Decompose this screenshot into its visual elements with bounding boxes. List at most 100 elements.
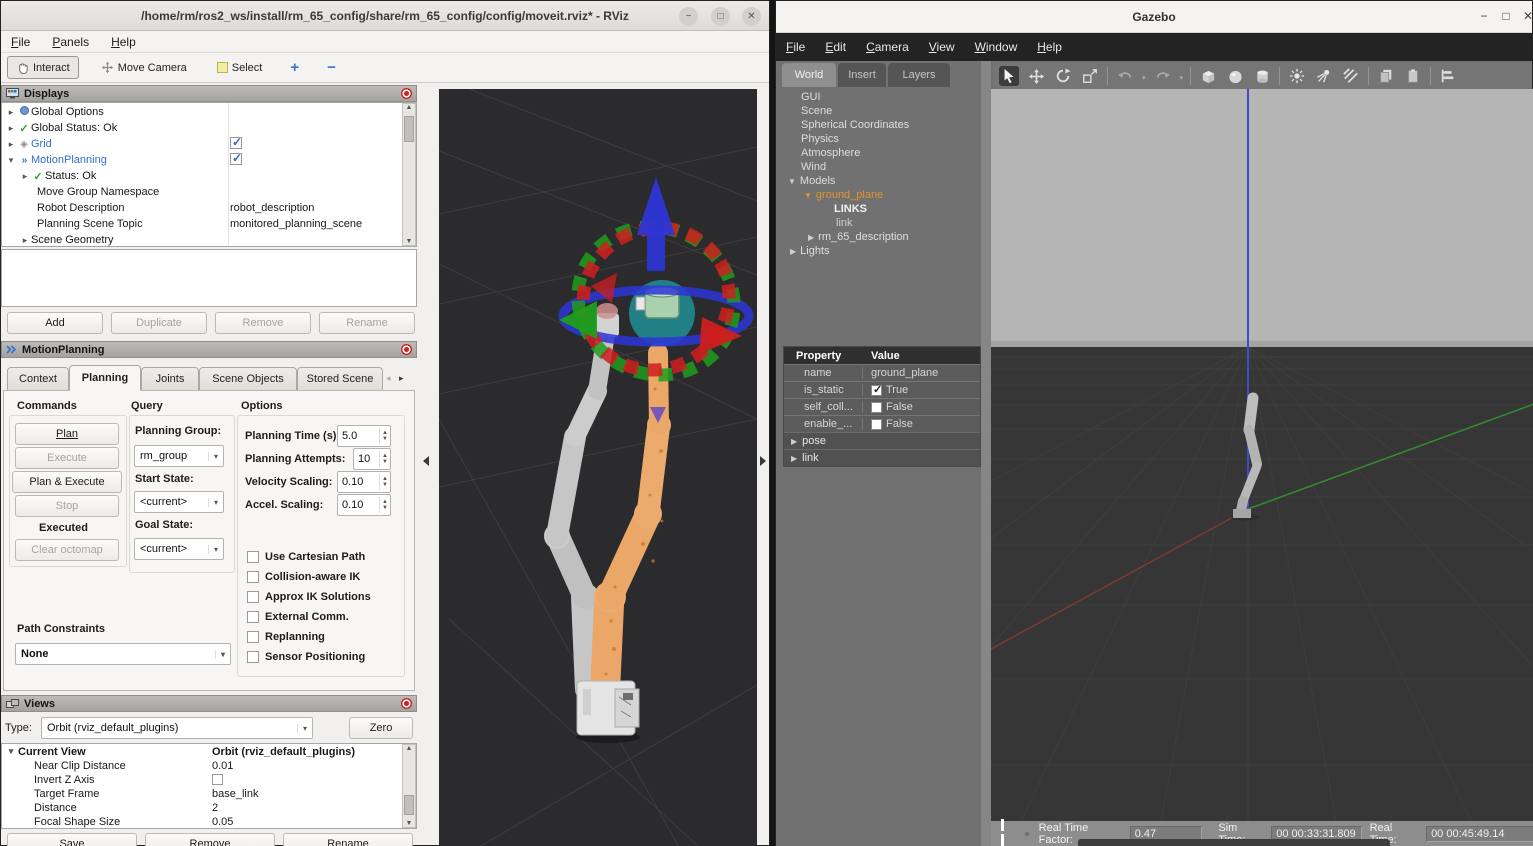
collapse-icon[interactable] [804, 191, 812, 200]
panel-collapse-left-handle[interactable] [423, 456, 429, 466]
tree-row-global-options[interactable]: Global Options [2, 104, 398, 120]
property-row-self-collide[interactable]: self_coll... False [784, 398, 980, 415]
paste-icon[interactable] [1403, 66, 1423, 86]
sensor-positioning-option[interactable]: Sensor Positioning [247, 651, 365, 663]
save-view-button[interactable]: Save [7, 833, 137, 846]
plan-button[interactable]: Plan [15, 423, 119, 445]
property-row-is-static[interactable]: is_static True [784, 381, 980, 398]
move-camera-tool-button[interactable]: Move Camera [93, 56, 195, 79]
tab-joints[interactable]: Joints [141, 367, 199, 391]
tree-row-move-group-namespace[interactable]: Move Group Namespace [2, 184, 398, 200]
replanning-option[interactable]: Replanning [247, 631, 325, 643]
tree-item-wind[interactable]: Wind [801, 161, 826, 173]
invert-z-checkbox[interactable] [212, 774, 223, 785]
tree-item-atmosphere[interactable]: Atmosphere [801, 147, 860, 159]
menu-edit[interactable]: Edit [825, 40, 846, 54]
translate-tool-icon[interactable] [1026, 66, 1046, 86]
goal-state-select[interactable]: <current> [134, 538, 224, 560]
property-group-link[interactable]: link [784, 449, 980, 466]
view-row-distance[interactable]: Distance2 [2, 802, 396, 816]
add-tool-button[interactable]: + [290, 59, 299, 76]
remove-view-button[interactable]: Remove [145, 833, 275, 846]
path-constraints-select[interactable]: None [15, 643, 231, 665]
tree-item-spherical-coordinates[interactable]: Spherical Coordinates [801, 119, 909, 131]
planning-time-spinbox[interactable]: 5.0▲▼ [337, 425, 391, 447]
views-close-icon[interactable] [401, 698, 412, 709]
spinner-arrows-icon[interactable]: ▲▼ [379, 428, 390, 444]
menu-panels[interactable]: Panels [52, 35, 89, 49]
velocity-scaling-spinbox[interactable]: 0.10▲▼ [337, 471, 391, 493]
spot-light-icon[interactable] [1314, 66, 1334, 86]
use-cartesian-path-option[interactable]: Use Cartesian Path [247, 551, 365, 563]
expand-icon[interactable] [5, 123, 17, 134]
rviz-3d-viewport[interactable] [439, 89, 757, 846]
tree-item-physics[interactable]: Physics [801, 133, 839, 145]
expand-icon[interactable] [808, 233, 814, 242]
tree-row-planning-scene-topic[interactable]: Planning Scene Topicmonitored_planning_s… [2, 216, 398, 232]
displays-panel-header[interactable]: Displays [1, 85, 417, 102]
is-static-checkbox[interactable] [871, 385, 882, 396]
undo-icon[interactable] [1115, 66, 1135, 86]
panel-splitter[interactable] [981, 61, 991, 846]
expand-icon[interactable] [19, 171, 31, 182]
cylinder-shape-icon[interactable] [1252, 66, 1272, 86]
view-row-invert-z[interactable]: Invert Z Axis [2, 774, 396, 788]
tree-item-rm65-description[interactable]: rm_65_description [808, 231, 909, 243]
redo-menu-icon[interactable] [1180, 67, 1184, 85]
motionplanning-panel-header[interactable]: MotionPlanning [1, 341, 417, 358]
checkbox[interactable] [247, 631, 259, 643]
collision-aware-ik-option[interactable]: Collision-aware IK [247, 571, 360, 583]
tree-row-robot-description[interactable]: Robot Descriptionrobot_description [2, 200, 398, 216]
tab-insert[interactable]: Insert [838, 63, 886, 87]
scale-tool-icon[interactable] [1080, 66, 1100, 86]
menu-help[interactable]: Help [111, 35, 136, 49]
views-panel-header[interactable]: Views [1, 695, 417, 712]
tab-planning[interactable]: Planning [69, 365, 141, 391]
tab-stored-scene[interactable]: Stored Scene [297, 367, 383, 391]
tab-scroll-left-icon[interactable]: ◂ [386, 373, 391, 384]
self-collide-checkbox[interactable] [871, 402, 882, 413]
collapse-icon[interactable] [5, 746, 17, 757]
point-light-icon[interactable] [1287, 66, 1307, 86]
panel-collapse-right-handle[interactable] [760, 456, 766, 466]
interact-tool-button[interactable]: Interact [7, 56, 79, 79]
planning-group-select[interactable]: rm_group [134, 445, 224, 467]
collapse-icon[interactable] [5, 155, 17, 166]
execute-button[interactable]: Execute [15, 447, 119, 469]
motionplanning-enabled-checkbox[interactable] [230, 153, 242, 165]
spinner-arrows-icon[interactable]: ▲▼ [379, 497, 390, 513]
gazebo-3d-viewport[interactable] [991, 89, 1533, 821]
view-row-target-frame[interactable]: Target Framebase_link [2, 788, 396, 802]
approx-ik-solutions-option[interactable]: Approx IK Solutions [247, 591, 371, 603]
menu-window[interactable]: Window [975, 40, 1018, 54]
displays-scrollbar[interactable]: ▲▼ [402, 103, 416, 246]
menu-file[interactable]: File [11, 35, 30, 49]
view-row-focal-shape-size[interactable]: Focal Shape Size0.05 [2, 816, 396, 829]
accel-scaling-spinbox[interactable]: 0.10▲▼ [337, 494, 391, 516]
directional-light-icon[interactable] [1341, 66, 1361, 86]
expand-icon[interactable] [19, 235, 31, 246]
checkbox[interactable] [247, 651, 259, 663]
tab-layers[interactable]: Layers [888, 63, 950, 87]
start-state-select[interactable]: <current> [134, 491, 224, 513]
tab-scroll-right-icon[interactable]: ▸ [399, 373, 404, 384]
scrollbar-thumb[interactable] [404, 795, 414, 815]
expand-icon[interactable] [5, 139, 17, 150]
expand-icon[interactable] [791, 454, 797, 463]
tree-row-motionplanning[interactable]: MotionPlanning [2, 152, 398, 168]
checkbox[interactable] [247, 591, 259, 603]
align-tool-icon[interactable] [1438, 66, 1458, 86]
enable-wind-checkbox[interactable] [871, 419, 882, 430]
select-tool-button[interactable]: Select [209, 56, 271, 79]
tree-item-link[interactable]: link [836, 217, 853, 229]
planning-attempts-spinbox[interactable]: 10▲▼ [353, 448, 391, 470]
property-row-enable-wind[interactable]: enable_... False [784, 415, 980, 432]
zero-button[interactable]: Zero [349, 717, 413, 739]
tree-row-global-status[interactable]: Global Status: Ok [2, 120, 398, 136]
tab-context[interactable]: Context [7, 367, 69, 391]
add-display-button[interactable]: Add [7, 312, 103, 334]
expand-icon[interactable] [5, 107, 17, 118]
tree-item-ground-plane[interactable]: ground_plane [804, 189, 883, 201]
grid-enabled-checkbox[interactable] [230, 137, 242, 149]
maximize-icon[interactable]: □ [711, 7, 730, 26]
